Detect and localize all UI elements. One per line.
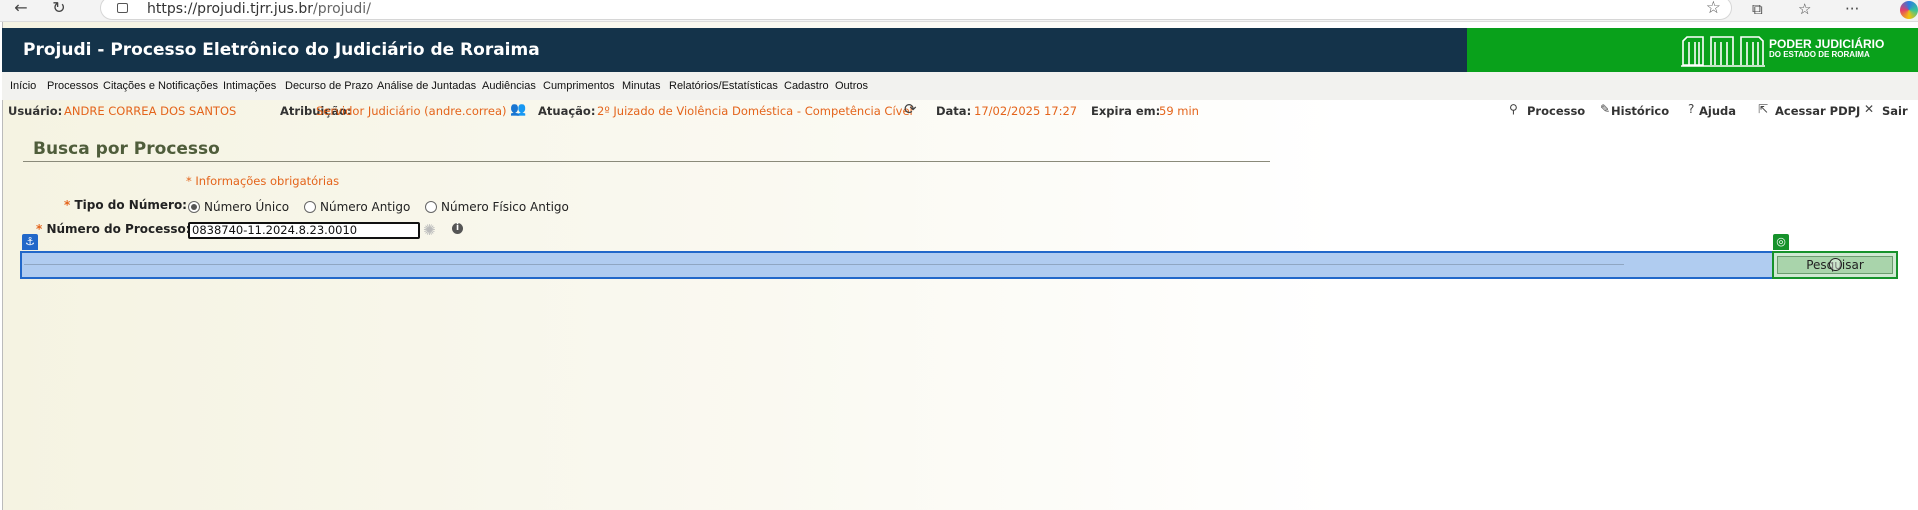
ajuda-link[interactable]: Ajuda	[1699, 104, 1736, 118]
info-icon[interactable]: i	[452, 223, 463, 234]
back-arrow-icon[interactable]: ←	[10, 0, 32, 18]
anchor-icon: ⚓	[22, 234, 38, 250]
app-header: Projudi - Processo Eletrônico do Judiciá…	[2, 28, 1467, 72]
divider-line	[24, 264, 1624, 265]
search-icon[interactable]: ⚲	[1509, 102, 1518, 116]
sair-link[interactable]: Sair	[1882, 104, 1908, 118]
close-icon[interactable]: ✕	[1864, 102, 1874, 116]
more-menu-icon[interactable]: ···	[1845, 0, 1859, 18]
extensions-icon[interactable]: ⧉	[1752, 0, 1763, 18]
menu-item-cadastro[interactable]: Cadastro	[784, 80, 829, 92]
brand-text: PODER JUDICIÁRIO DO ESTADO DE RORAIMA	[1769, 37, 1885, 59]
url-text: https://projudi.tjrr.jus.br/projudi/	[147, 1, 371, 17]
expira-label: Expira em:	[1091, 104, 1161, 118]
atuacao-value: 2º Juizado de Violência Doméstica - Comp…	[597, 104, 913, 118]
main-menu: Início Processos Citações e Notificações…	[2, 72, 1918, 100]
menu-item-citacoes[interactable]: Citações e Notificações	[103, 80, 218, 92]
processo-link[interactable]: Processo	[1527, 104, 1585, 118]
atuacao-label: Atuação:	[538, 104, 596, 118]
radio-dot-checked[interactable]	[188, 201, 200, 213]
tipo-numero-label: * Tipo do Número:	[64, 198, 187, 212]
menu-item-minutas[interactable]: Minutas	[622, 80, 661, 92]
site-info-icon[interactable]	[117, 3, 128, 13]
brand-logo-area: PODER JUDICIÁRIO DO ESTADO DE RORAIMA	[1467, 28, 1918, 72]
menu-item-processos[interactable]: Processos	[47, 80, 98, 92]
session-info-bar: Usuário: ANDRE CORREA DOS SANTOS Atribui…	[2, 100, 1918, 122]
menu-item-juntadas[interactable]: Análise de Juntadas	[377, 80, 476, 92]
change-role-icon[interactable]: 👥	[510, 102, 526, 117]
section-title: Busca por Processo	[33, 139, 220, 159]
data-value: 17/02/2025 17:27	[974, 104, 1078, 118]
favorite-star-icon[interactable]: ☆	[1706, 0, 1721, 18]
app-title: Projudi - Processo Eletrônico do Judiciá…	[23, 40, 540, 60]
browser-toolbar: ← ↻ https://projudi.tjrr.jus.br/projudi/…	[0, 0, 1918, 22]
menu-item-relatorios[interactable]: Relatórios/Estatísticas	[669, 80, 778, 92]
tribunal-logo-icon	[1681, 36, 1765, 67]
menu-item-cumprimentos[interactable]: Cumprimentos	[543, 80, 615, 92]
pencil-icon[interactable]: ✎	[1600, 102, 1610, 116]
radio-dot[interactable]	[425, 201, 437, 213]
historico-link[interactable]: Histórico	[1611, 104, 1669, 118]
favorites-icon[interactable]: ☆	[1798, 0, 1811, 18]
radio-numero-unico[interactable]: Número Único	[188, 200, 289, 214]
reload-icon[interactable]: ↻	[48, 0, 70, 18]
menu-item-inicio[interactable]: Início	[10, 80, 36, 92]
menu-item-decurso[interactable]: Decurso de Prazo	[285, 80, 373, 92]
atribuicao-value: Servidor Judiciário (andre.correa)	[316, 104, 507, 118]
menu-item-intimacoes[interactable]: Intimações	[223, 80, 276, 92]
menu-item-outros[interactable]: Outros	[835, 80, 868, 92]
copilot-icon[interactable]	[1900, 1, 1918, 19]
usuario-label: Usuário:	[8, 104, 63, 118]
selection-highlight	[20, 251, 1775, 279]
radio-numero-fisico-antigo[interactable]: Número Físico Antigo	[425, 200, 569, 214]
radio-dot[interactable]	[304, 201, 316, 213]
address-bar[interactable]: https://projudi.tjrr.jus.br/projudi/ ☆	[100, 0, 1732, 20]
usuario-value: ANDRE CORREA DOS SANTOS	[64, 104, 237, 118]
section-divider	[23, 161, 1270, 162]
cursor-icon	[1829, 258, 1842, 271]
required-note: * Informações obrigatórias	[186, 174, 340, 188]
numero-processo-input[interactable]: 0838740-11.2024.8.23.0010	[188, 222, 420, 239]
acessar-pdpj-link[interactable]: Acessar PDPJ	[1775, 104, 1860, 118]
numero-processo-label: * Número do Processo:	[36, 222, 191, 236]
loading-spinner-icon: ✺	[423, 221, 436, 239]
radio-numero-antigo[interactable]: Número Antigo	[304, 200, 410, 214]
refresh-icon[interactable]: ⟳	[904, 100, 917, 118]
help-icon[interactable]: ?	[1688, 102, 1694, 116]
target-icon: ◎	[1773, 234, 1789, 250]
expira-value: 59 min	[1159, 104, 1199, 118]
menu-item-audiencias[interactable]: Audiências	[482, 80, 536, 92]
external-link-icon[interactable]: ⇱	[1758, 102, 1768, 116]
data-label: Data:	[936, 104, 972, 118]
